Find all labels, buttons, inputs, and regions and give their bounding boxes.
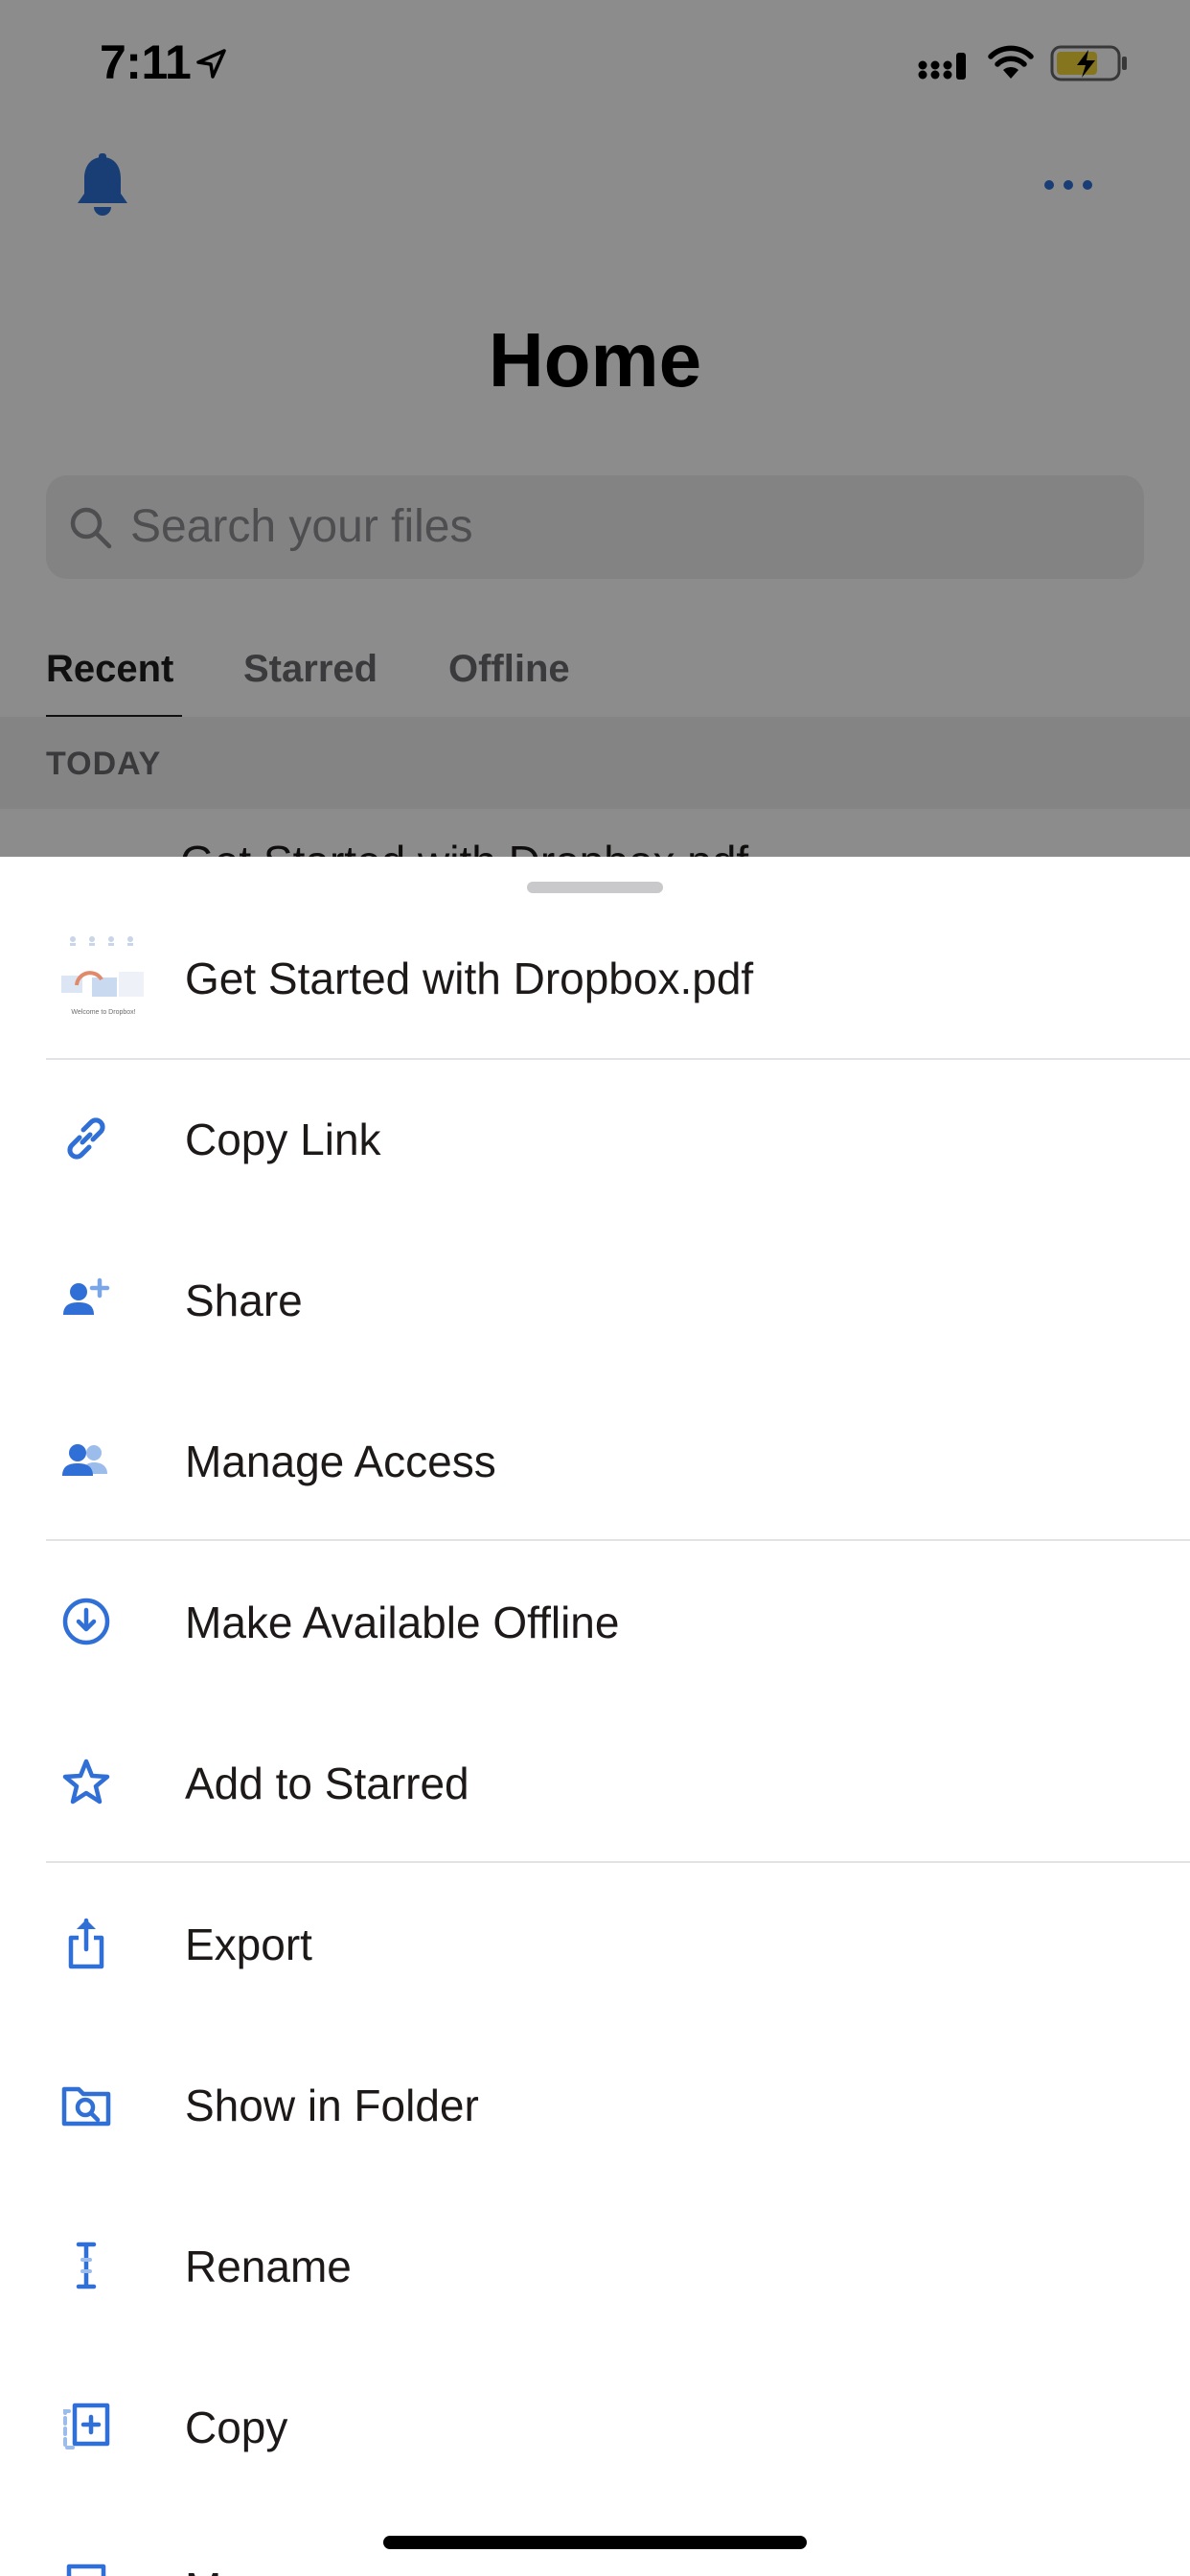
menu-label: Share [185, 1276, 303, 1325]
move-icon [66, 2564, 106, 2576]
copy-icon [63, 2403, 110, 2450]
menu-label: Make Available Offline [185, 1598, 620, 1647]
menu-label: Manage Access [185, 1437, 496, 1486]
text-cursor-icon [76, 2242, 97, 2289]
menu-label: Copy Link [185, 1115, 381, 1164]
folder-search-icon [61, 2086, 111, 2127]
people-icon [62, 1444, 107, 1476]
menu-item-copy-link[interactable]: Copy Link [0, 1058, 1190, 1219]
file-header: Welcome to Dropbox! Get Started with Dro… [0, 914, 1190, 1058]
menu-item-manage-access[interactable]: Manage Access [0, 1380, 1190, 1541]
menu-item-export[interactable]: Export [0, 1863, 1190, 2024]
menu-label: Move [185, 2563, 292, 2576]
menu-label: Copy [185, 2403, 288, 2452]
menu-item-rename[interactable]: Rename [0, 2185, 1190, 2346]
menu-label: Export [185, 1920, 312, 1969]
screen: 7:11 Home Search your files Recent Starr… [0, 0, 1190, 2576]
file-name: Get Started with Dropbox.pdf [185, 954, 754, 1003]
sheet-grabber[interactable] [527, 882, 663, 893]
dim-overlay[interactable] [0, 0, 1190, 862]
menu-item-copy[interactable]: Copy [0, 2346, 1190, 2507]
star-icon [62, 1759, 110, 1805]
offline-download-icon [62, 1598, 110, 1645]
file-thumbnail: Welcome to Dropbox! [56, 932, 151, 1027]
export-icon [68, 1918, 104, 1969]
add-person-icon [63, 1277, 110, 1315]
link-icon [67, 1117, 105, 1160]
menu-item-show-in-folder[interactable]: Show in Folder [0, 2024, 1190, 2185]
menu-item-add-to-starred[interactable]: Add to Starred [0, 1702, 1190, 1863]
menu-item-share[interactable]: Share [0, 1219, 1190, 1380]
menu-label: Rename [185, 2242, 352, 2291]
thumb-caption: Welcome to Dropbox! [71, 1009, 135, 1016]
action-sheet: Welcome to Dropbox! Get Started with Dro… [0, 857, 1190, 2576]
home-indicator [383, 2536, 807, 2549]
menu-item-make-available-offline[interactable]: Make Available Offline [0, 1541, 1190, 1702]
menu-label: Show in Folder [185, 2081, 479, 2130]
menu-label: Add to Starred [185, 1759, 469, 1808]
